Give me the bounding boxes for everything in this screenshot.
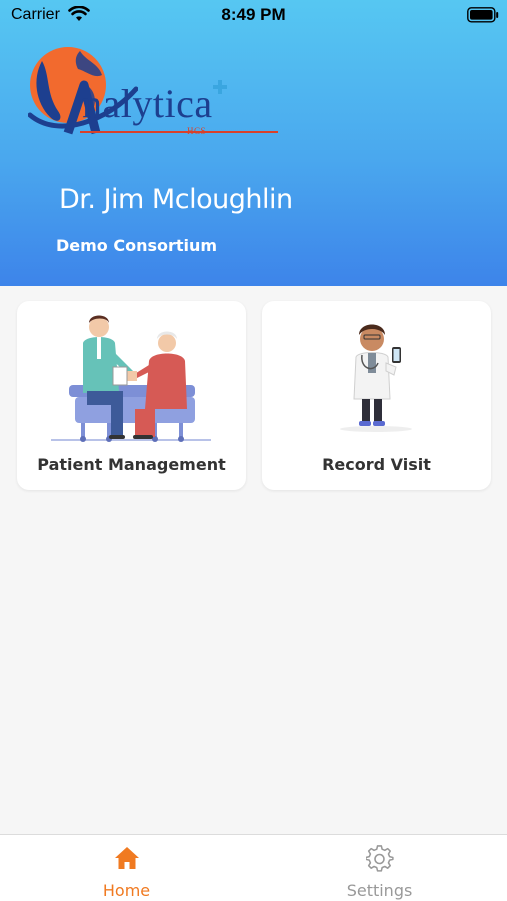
- battery-icon: [467, 7, 499, 28]
- patient-management-label: Patient Management: [37, 455, 226, 474]
- organization-name: Demo Consortium: [56, 236, 218, 255]
- logo-plus-icon: [213, 80, 227, 99]
- doctor-name: Dr. Jim Mcloughlin: [59, 184, 293, 215]
- profile-header: Carrier 8:49 PM nalytica HCS Dr. Jim Mcl…: [0, 0, 507, 286]
- logo-underline: [80, 131, 278, 133]
- logo-wordmark: nalytica: [82, 81, 213, 126]
- tab-settings-label: Settings: [346, 881, 413, 900]
- patient-management-card[interactable]: Patient Management: [17, 301, 246, 490]
- record-visit-card[interactable]: Record Visit: [262, 301, 491, 490]
- record-visit-label: Record Visit: [322, 455, 431, 474]
- logo-subtext: HCS: [187, 126, 207, 136]
- patient-care-illustration: [17, 313, 246, 453]
- gear-icon: [253, 845, 506, 873]
- home-icon: [0, 845, 253, 873]
- doctor-tablet-illustration: [262, 313, 491, 453]
- tab-bar: Home Settings: [0, 834, 507, 901]
- tab-home-label: Home: [102, 881, 151, 900]
- tab-settings[interactable]: Settings: [253, 835, 506, 901]
- status-time: 8:49 PM: [221, 5, 286, 24]
- tab-home[interactable]: Home: [0, 835, 253, 901]
- status-bar: Carrier 8:49 PM: [0, 0, 507, 32]
